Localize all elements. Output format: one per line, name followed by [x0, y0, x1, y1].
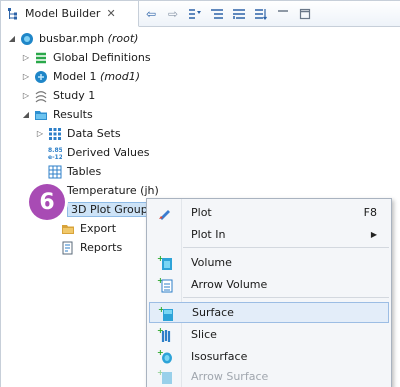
reports-label: Reports	[80, 241, 123, 254]
menu-item-surface[interactable]: + Surface	[149, 302, 389, 323]
step-badge: 6	[29, 184, 65, 220]
derived-values-label: Derived Values	[67, 146, 150, 159]
svg-text:e-12: e-12	[48, 154, 62, 160]
expand-arrow-icon[interactable]: ▷	[21, 53, 31, 62]
submenu-arrow-icon: ▶	[370, 230, 377, 239]
collapse-arrow-icon[interactable]: ◢	[21, 110, 31, 119]
study-label: Study 1	[53, 89, 96, 102]
results-folder-icon	[34, 108, 48, 122]
global-definitions-label: Global Definitions	[53, 51, 151, 64]
temperature-label: Temperature (jh)	[67, 184, 159, 197]
data-sets-icon	[48, 127, 62, 141]
root-file-label: busbar.mph	[39, 32, 105, 45]
forward-arrow-icon[interactable]: ⇨	[165, 6, 181, 22]
panel-titlebar: Model Builder ✕ ⇦ ⇨	[1, 1, 400, 27]
menu-item-plot[interactable]: Plot F8	[149, 202, 389, 223]
plot-shortcut: F8	[363, 206, 377, 219]
expand-arrow-icon[interactable]: ▷	[21, 91, 31, 100]
model-builder-icon	[7, 7, 21, 21]
step-number: 6	[39, 189, 55, 215]
reports-icon	[61, 241, 75, 255]
minimize-icon[interactable]	[275, 6, 291, 22]
menu-separator	[183, 297, 389, 298]
menu-item-arrow-surface[interactable]: + Arrow Surface	[149, 366, 389, 387]
expand-icon[interactable]	[231, 6, 247, 22]
results-label: Results	[53, 108, 93, 121]
tree-node-root[interactable]: ◢ busbar.mph (root)	[7, 29, 139, 48]
tree-node-derived-values[interactable]: 8.85 e-12 Derived Values	[48, 143, 150, 162]
tree-node-model[interactable]: ▷ Model 1 (mod1)	[21, 67, 140, 86]
arrow-surface-label: Arrow Surface	[191, 370, 269, 383]
show-icon[interactable]	[187, 6, 203, 22]
surface-icon: +	[158, 305, 174, 322]
volume-label: Volume	[191, 256, 232, 269]
data-sets-label: Data Sets	[67, 127, 121, 140]
svg-text:8.85: 8.85	[48, 147, 62, 154]
plot-icon	[157, 205, 173, 221]
close-icon[interactable]: ✕	[106, 7, 115, 20]
tree-node-reports[interactable]: Reports	[61, 238, 122, 257]
menu-item-volume[interactable]: + Volume	[149, 252, 389, 273]
tables-icon	[48, 165, 62, 179]
menu-item-plot-in[interactable]: Plot In ▶	[149, 224, 389, 245]
collapse-icon[interactable]	[209, 6, 225, 22]
maximize-icon[interactable]	[297, 6, 313, 22]
model-file-icon	[20, 32, 34, 46]
plot-label: Plot	[191, 206, 212, 219]
model-icon	[34, 70, 48, 84]
panel-title: Model Builder	[25, 7, 101, 20]
plot-in-label: Plot In	[191, 228, 226, 241]
back-arrow-icon[interactable]: ⇦	[143, 6, 159, 22]
expand-arrow-icon[interactable]: ▷	[35, 129, 45, 138]
export-label: Export	[80, 222, 117, 235]
tree-node-export[interactable]: Export	[61, 219, 116, 238]
menu-separator	[183, 247, 389, 248]
export-icon	[61, 222, 75, 236]
tables-label: Tables	[67, 165, 102, 178]
root-suffix-label: (root)	[107, 32, 139, 45]
tree-node-study[interactable]: ▷ Study 1	[21, 86, 95, 105]
arrow-surface-icon: +	[157, 368, 173, 385]
tree-node-global-definitions[interactable]: ▷ Global Definitions	[21, 48, 151, 67]
panel-toolbar: ⇦ ⇨	[143, 5, 313, 23]
arrow-volume-label: Arrow Volume	[191, 278, 268, 291]
model-builder-tab[interactable]: Model Builder ✕	[1, 1, 139, 27]
slice-icon: +	[157, 326, 173, 343]
collapse-arrow-icon[interactable]: ◢	[7, 34, 17, 43]
sort-icon[interactable]	[253, 6, 269, 22]
model-name-label: Model 1	[53, 70, 97, 83]
menu-item-slice[interactable]: + Slice	[149, 324, 389, 345]
derived-values-icon: 8.85 e-12	[48, 146, 63, 161]
slice-label: Slice	[191, 328, 217, 341]
volume-icon: +	[157, 254, 173, 271]
tree-node-data-sets[interactable]: ▷ Data Sets	[35, 124, 121, 143]
surface-label: Surface	[192, 306, 234, 319]
isosurface-icon: +	[157, 348, 173, 365]
menu-item-arrow-volume[interactable]: + Arrow Volume	[149, 274, 389, 295]
expand-arrow-icon[interactable]: ▷	[21, 72, 31, 81]
context-menu: Plot F8 Plot In ▶ + Volume + Arrow Volum…	[146, 198, 392, 387]
global-definitions-icon	[34, 51, 48, 65]
model-builder-panel: Model Builder ✕ ⇦ ⇨ ◢ busbar.mph (root) …	[0, 0, 400, 387]
model-tag-label: (mod1)	[100, 70, 141, 83]
menu-item-isosurface[interactable]: + Isosurface	[149, 346, 389, 367]
tree-node-results[interactable]: ◢ Results	[21, 105, 93, 124]
isosurface-label: Isosurface	[191, 350, 248, 363]
study-icon	[34, 89, 48, 103]
arrow-volume-icon: +	[157, 276, 173, 293]
tree-node-tables[interactable]: Tables	[48, 162, 101, 181]
